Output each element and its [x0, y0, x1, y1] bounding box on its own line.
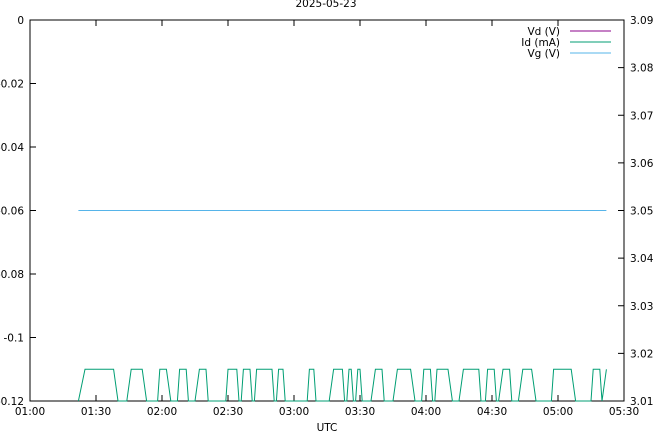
x-axis-label: UTC — [317, 422, 338, 432]
series-layer — [77, 210, 607, 402]
x-axis: 01:00 01:30 02:00 02:30 03:00 03:30 04:00 04:30… — [15, 20, 639, 418]
x-tick-label: 03:00 — [279, 406, 309, 418]
y2-tick-label: 3.01 — [630, 396, 653, 408]
y-tick-label: -0.12 — [0, 396, 24, 408]
legend: Vd (V)Id (mA)Vg (V) — [521, 26, 611, 60]
x-tick-label: 04:00 — [411, 406, 441, 418]
chart-title: 2025-05-23 — [295, 0, 356, 10]
y2-tick-label: 3.07 — [630, 110, 653, 122]
x-tick-label: 04:30 — [477, 406, 507, 418]
y-axis-right: 3.09 3.08 3.07 3.06 3.05 3.04 3.03 3.02 3.01 — [618, 15, 653, 408]
y2-tick-label: 3.08 — [630, 63, 653, 75]
x-tick-label: 02:00 — [147, 406, 177, 418]
chart: 2025-05-23 01:00 01:30 02:00 02:30 03:00 03:3… — [0, 0, 653, 432]
y2-tick-label: 3.05 — [630, 206, 653, 218]
y-tick-label: 0 — [17, 15, 24, 27]
y2-tick-label: 3.02 — [630, 348, 653, 360]
y-tick-label: -0.08 — [0, 269, 24, 281]
y2-tick-label: 3.04 — [630, 253, 653, 265]
y-tick-label: -0.1 — [4, 333, 25, 345]
x-tick-label: 03:30 — [345, 406, 375, 418]
y-tick-label: -0.04 — [0, 142, 24, 154]
x-tick-label: 01:30 — [81, 406, 111, 418]
y2-tick-label: 3.06 — [630, 158, 653, 170]
y-axis-left: 0 -0.02 -0.04 -0.06 -0.08 -0.1 -0.12 — [0, 15, 36, 408]
series-line-1 — [77, 368, 607, 402]
x-tick-label: 02:30 — [213, 406, 243, 418]
y-tick-label: -0.02 — [0, 79, 24, 91]
y-tick-label: -0.06 — [0, 206, 24, 218]
legend-label: Vg (V) — [527, 48, 560, 60]
x-tick-label: 05:00 — [543, 406, 573, 418]
y2-tick-label: 3.03 — [630, 301, 653, 313]
y2-tick-label: 3.09 — [630, 15, 653, 27]
